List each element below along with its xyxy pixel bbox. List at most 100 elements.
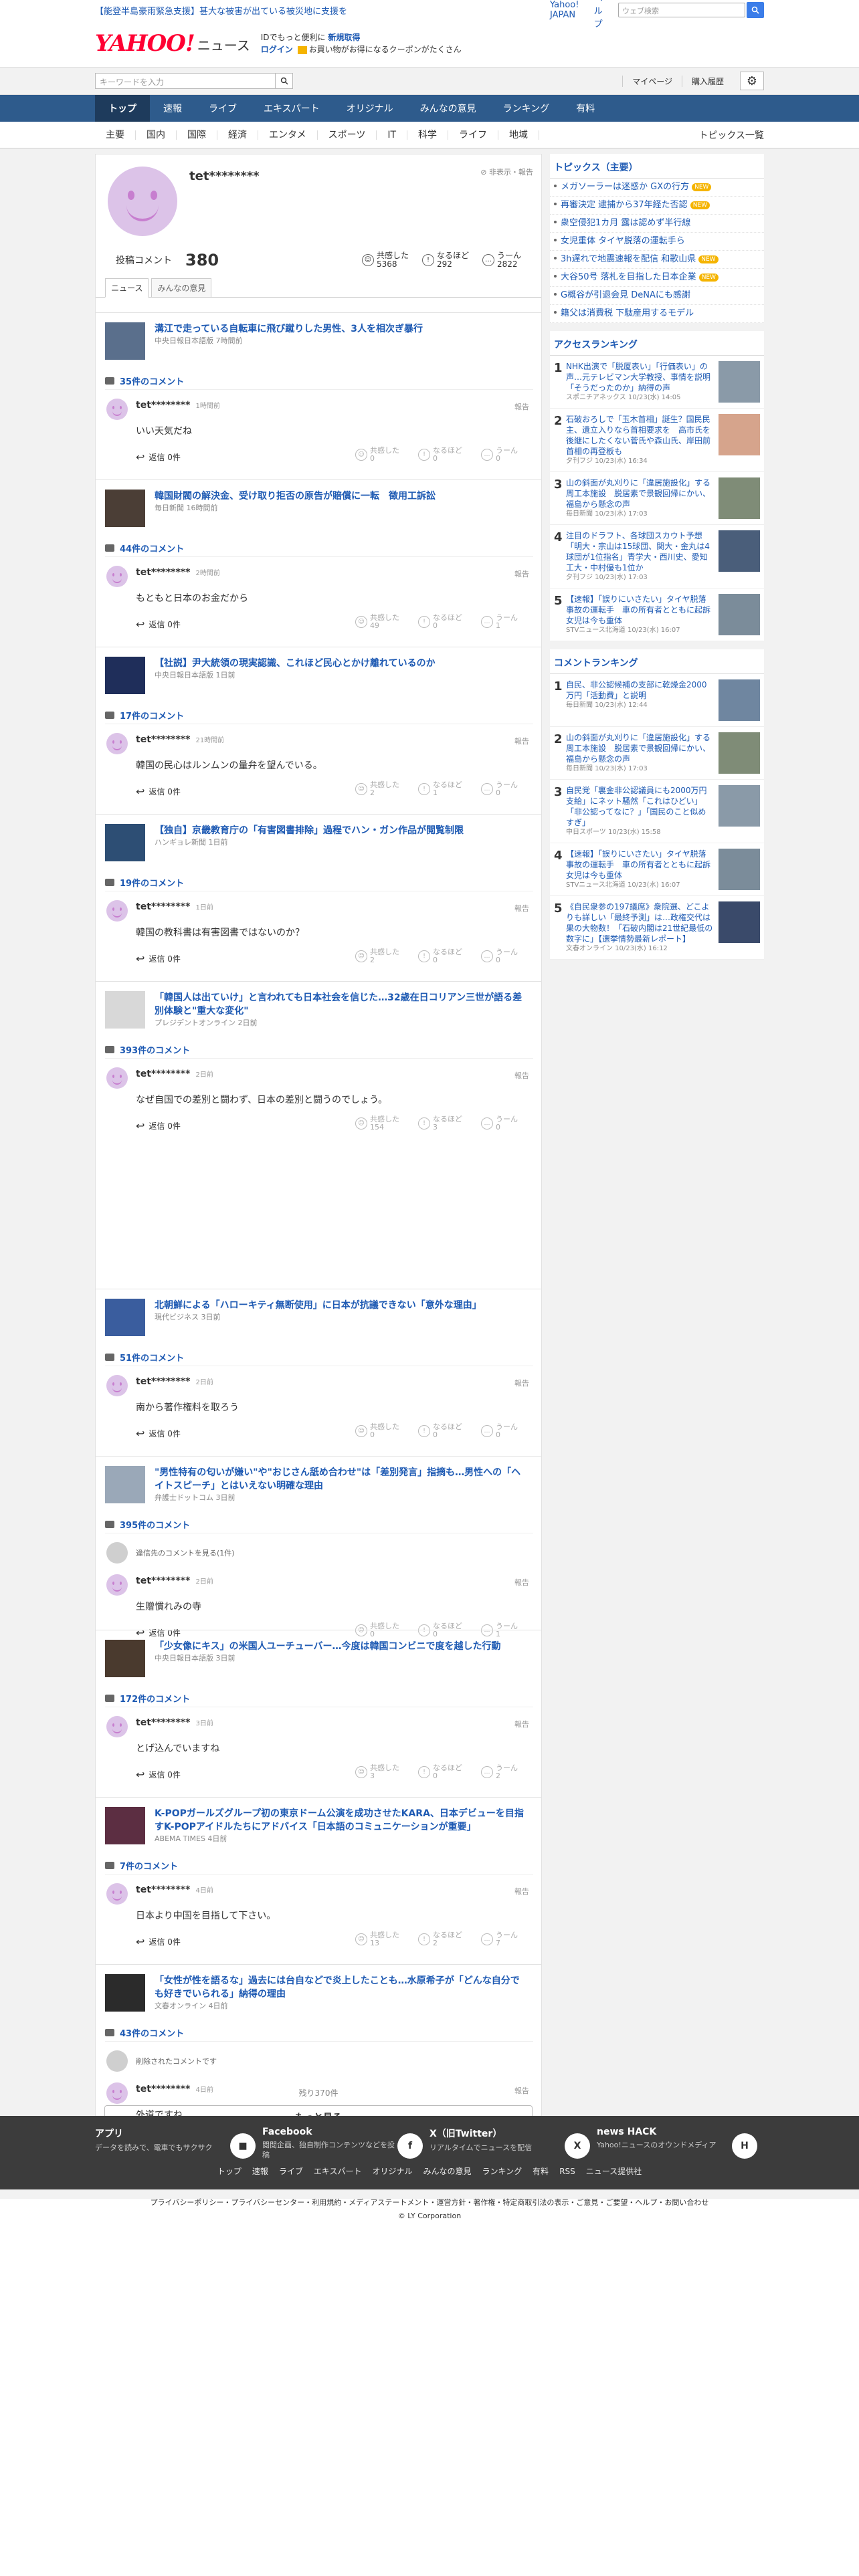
- ranking-title[interactable]: 《自民衆参の197議席》衆院選、どこよりも詳しい「最終予測」は…政権交代は果の大…: [566, 901, 719, 954]
- article-row[interactable]: "男性特有の匂いが嫌い"や"おじさん舐め合わせ"は「差別発言」指摘も…男性への「…: [96, 1457, 541, 1507]
- article-thumbnail[interactable]: [105, 991, 145, 1029]
- article-thumbnail[interactable]: [105, 322, 145, 360]
- ranking-item[interactable]: 3 山の斜面が丸刈りに「違居施設化」する周工本施設 脱居素で景観回帰にかい、福島か…: [550, 472, 764, 525]
- naruhodo-button[interactable]: ! なるほど 3: [418, 1115, 470, 1132]
- article-thumbnail[interactable]: [105, 1640, 145, 1677]
- ranking-thumbnail[interactable]: [719, 849, 760, 890]
- topic-link[interactable]: G概谷が引退会見 DeNAにも感謝: [550, 287, 764, 305]
- ranking-thumbnail[interactable]: [719, 679, 760, 721]
- category-item-4[interactable]: エンタメ: [258, 130, 318, 140]
- nav-item-7[interactable]: 有料: [563, 95, 608, 122]
- report-link[interactable]: 報告: [514, 1070, 529, 1081]
- uun-button[interactable]: … うーん 0: [481, 781, 533, 797]
- comment-count-link[interactable]: 19件のコメント: [105, 876, 534, 891]
- ranking-thumbnail[interactable]: [719, 361, 760, 403]
- disaster-support-link[interactable]: 【能登半島豪雨緊急支援】甚大な被害が出ている被災地に支援を: [95, 4, 347, 17]
- article-row[interactable]: K-POPガールズグループ初の東京ドーム公演を成功させたKARA、日本デビューを…: [96, 1798, 541, 1848]
- article-title[interactable]: 「韓国人は出ていけ」と言われても日本社会を信じた…32歳在日コリアン三世が語る差…: [155, 991, 528, 1029]
- nav-item-5[interactable]: みんなの意見: [407, 95, 490, 122]
- comment-count-link[interactable]: 44件のコメント: [105, 542, 534, 557]
- ranking-title-text[interactable]: 自民、非公認候補の支部に乾燥金2000万円「活動費」と説明: [566, 680, 707, 700]
- article-thumbnail[interactable]: [105, 1466, 145, 1503]
- empathy-button[interactable]: ☺ 共感した 154: [355, 1115, 407, 1132]
- article-row[interactable]: 「女性が性を語るな」過去には台自などで炎上したことも…水原希子が「どんな自分でも…: [96, 1965, 541, 2016]
- article-title-text[interactable]: 北朝鮮による「ハローキティ無断使用」に日本が抗議できない「意外な理由」: [155, 1300, 482, 1311]
- reply-toggle[interactable]: ↩ 返信 0件: [136, 1427, 181, 1440]
- reply-toggle[interactable]: ↩ 返信 0件: [136, 1119, 181, 1132]
- topic-link[interactable]: 女児重体 タイヤ脱落の運転手ら: [550, 233, 764, 251]
- nav-item-4[interactable]: オリジナル: [333, 95, 407, 122]
- ranking-title[interactable]: 自民、非公認候補の支部に乾燥金2000万円「活動費」と説明 毎日新聞 10/23(…: [566, 679, 719, 721]
- footer-link[interactable]: ライブ: [279, 2167, 303, 2176]
- footer-link[interactable]: 有料: [533, 2167, 549, 2176]
- report-link[interactable]: 報告: [514, 401, 529, 412]
- nav-item-1[interactable]: 速報: [150, 95, 195, 122]
- ranking-item[interactable]: 4 注目のドラフト、各球団スカウト予想「明大・宗山は15球団、関大・金丸は4球団が…: [550, 525, 764, 588]
- ranking-title[interactable]: 注目のドラフト、各球団スカウト予想「明大・宗山は15球団、関大・金丸は4球団が1…: [566, 530, 719, 582]
- ranking-title-text[interactable]: 注目のドラフト、各球団スカウト予想「明大・宗山は15球団、関大・金丸は4球団が1…: [566, 531, 710, 572]
- ranking-thumbnail[interactable]: [719, 901, 760, 943]
- ranking-item[interactable]: 4 【速報】「誤りにいさたい」タイヤ脱落事故の運転手 車の所有者とともに起訴 女児…: [550, 843, 764, 896]
- article-title[interactable]: 「女性が性を語るな」過去には台自などで炎上したことも…水原希子が「どんな自分でも…: [155, 1974, 528, 2012]
- report-link[interactable]: 報告: [514, 1378, 529, 1388]
- article-title[interactable]: 溝江で走っている自転車に飛び蹴りした男性、3人を相次ぎ暴行 中央日報日本語版 7時…: [155, 322, 528, 346]
- article-row[interactable]: 【独自】京畿教育庁の「有害図書排除」過程でハン・ガン作品が閲覧制限 ハンギョレ新聞…: [96, 815, 541, 865]
- article-title[interactable]: 北朝鮮による「ハローキティ無断使用」に日本が抗議できない「意外な理由」 現代ビジネ…: [155, 1299, 528, 1323]
- ranking-thumbnail[interactable]: [719, 530, 760, 572]
- article-row[interactable]: 「少女像にキス」の米国人ユーチューバー…今度は韓国コンビニで度を越した行動 中央日…: [96, 1630, 541, 1681]
- ranking-item[interactable]: 2 石破おろしで「玉木首相」誕生？国民民主、遺立入りなら首相要求を 高市氏を後継に…: [550, 409, 764, 472]
- settings-button[interactable]: ⚙: [740, 72, 764, 90]
- topic-text[interactable]: 籍父は消費税 下駄産用するモデル: [561, 308, 694, 318]
- footer-link[interactable]: ランキング: [482, 2167, 522, 2176]
- ranking-item[interactable]: 1 NHK出演で「脱厦表い」「行価表い」の声…元テレビマン大学教授、事情を説明「そ…: [550, 356, 764, 409]
- reply-toggle[interactable]: ↩ 返信 0件: [136, 785, 181, 798]
- reply-toggle[interactable]: ↩ 返信 0件: [136, 451, 181, 463]
- comment-count-link[interactable]: 393件のコメント: [105, 1043, 534, 1059]
- comment-count-link[interactable]: 51件のコメント: [105, 1351, 534, 1366]
- empathy-button[interactable]: ☺ 共感した 0: [355, 447, 407, 463]
- empathy-button[interactable]: ☺ 共感した 2: [355, 948, 407, 964]
- article-title[interactable]: 韓国財閥の解決金、受け取り拒否の原告が賠償に一転 徴用工訴訟 毎日新聞 16時間前: [155, 490, 528, 514]
- uun-button[interactable]: … うーん 0: [481, 948, 533, 964]
- category-item-7[interactable]: 科学: [407, 130, 449, 140]
- footer-link[interactable]: トップ: [217, 2167, 242, 2176]
- article-row[interactable]: 溝江で走っている自転車に飛び蹴りした男性、3人を相次ぎ暴行 中央日報日本語版 7時…: [96, 313, 541, 364]
- article-thumbnail[interactable]: [105, 1974, 145, 2012]
- article-row[interactable]: 【社説】尹大統領の現実認識、これほど民心とかけ離れているのか 中央日報日本語版 1…: [96, 647, 541, 698]
- uun-button[interactable]: … うーん 2: [481, 1764, 533, 1780]
- nav-item-2[interactable]: ライブ: [195, 95, 250, 122]
- report-link[interactable]: 報告: [514, 1577, 529, 1588]
- footer-app-3[interactable]: news HACK Yahoo!ニュースのオウンドメディア H: [597, 2127, 764, 2160]
- ranking-title[interactable]: 【速報】「誤りにいさたい」タイヤ脱落事故の運転手 車の所有者とともに起訴 女児は…: [566, 849, 719, 890]
- report-link[interactable]: 報告: [514, 1719, 529, 1729]
- category-item-6[interactable]: IT: [377, 130, 408, 140]
- purchase-history-link[interactable]: 購入履歴: [681, 75, 733, 87]
- login-link[interactable]: ログイン: [261, 45, 293, 54]
- article-row[interactable]: 「韓国人は出ていけ」と言われても日本社会を信じた…32歳在日コリアン三世が語る差…: [96, 982, 541, 1033]
- legal-text[interactable]: プライバシーポリシー・プライバシーセンター・利用規約・メディアステートメント・運…: [0, 2196, 859, 2210]
- ranking-title-text[interactable]: NHK出演で「脱厦表い」「行価表い」の声…元テレビマン大学教授、事情を説明「そう…: [566, 362, 710, 393]
- ranking-title-text[interactable]: 自民党「裏金非公認議員にも2000万円支給」にネット騒然「これはひどい」「非公認…: [566, 786, 707, 827]
- naruhodo-button[interactable]: !なるほど1: [418, 781, 470, 797]
- naruhodo-button[interactable]: ! なるほど 0: [418, 1764, 470, 1780]
- uun-button[interactable]: … うーん 7: [481, 1931, 533, 1947]
- footer-app-1[interactable]: Facebook 閲閲企画、独自制作コンテンツなどを投稿 f: [262, 2127, 430, 2160]
- reply-toggle[interactable]: ↩ 返信 0件: [136, 952, 181, 965]
- article-title-text[interactable]: 「少女像にキス」の米国人ユーチューバー…今度は韓国コンビニで度を越した行動: [155, 1641, 500, 1652]
- uun-button[interactable]: … うーん 1: [481, 614, 533, 630]
- ranking-item[interactable]: 2 山の斜面が丸刈りに「違居施設化」する周工本施設 脱居素で景観回帰にかい、福島か…: [550, 727, 764, 780]
- uun-button[interactable]: … うーん 0: [481, 1423, 533, 1439]
- mypage-link[interactable]: マイページ: [622, 75, 682, 87]
- footer-link[interactable]: RSS: [559, 2167, 575, 2176]
- footer-app-2[interactable]: X（旧Twitter） リアルタイムでニュースを配信 X: [430, 2127, 597, 2160]
- naruhodo-button[interactable]: ! なるほど 0: [418, 1423, 470, 1439]
- topic-text[interactable]: G概谷が引退会見 DeNAにも感謝: [561, 290, 690, 300]
- article-thumbnail[interactable]: [105, 657, 145, 694]
- footer-link[interactable]: ニュース提供社: [586, 2167, 642, 2176]
- ranking-thumbnail[interactable]: [719, 732, 760, 774]
- ranking-item[interactable]: 1 自民、非公認候補の支部に乾燥金2000万円「活動費」と説明 毎日新聞 10/23…: [550, 674, 764, 727]
- comment-count-link[interactable]: 43件のコメント: [105, 2026, 534, 2042]
- article-row[interactable]: 韓国財閥の解決金、受け取り拒否の原告が賠償に一転 徴用工訴訟 毎日新聞 16時間前: [96, 480, 541, 531]
- keyword-search-input[interactable]: キーワードを入力: [95, 73, 293, 89]
- topic-link[interactable]: 3h遅れで地震速報を配信 和歌山県 NEW: [550, 251, 764, 269]
